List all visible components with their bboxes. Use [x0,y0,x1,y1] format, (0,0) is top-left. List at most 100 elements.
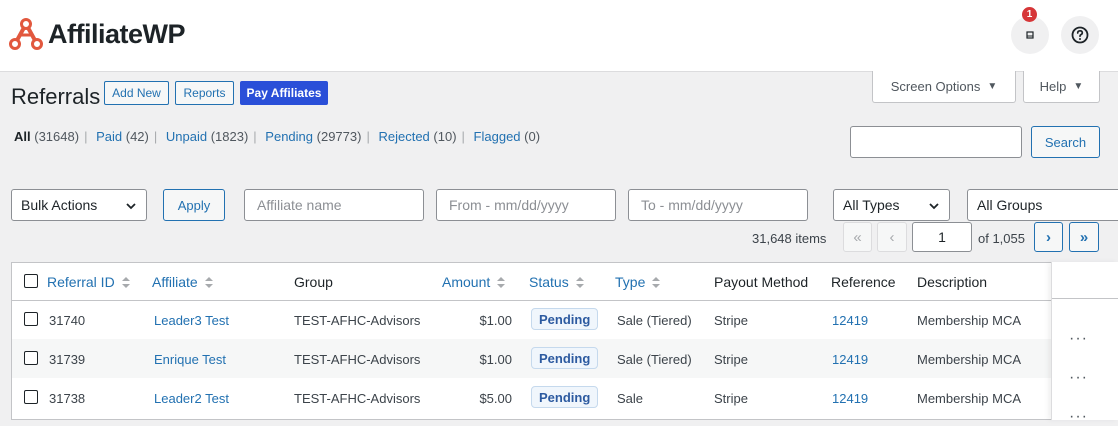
col-type[interactable]: Type [615,274,661,290]
description: Membership MCA [917,352,1022,367]
chevron-down-icon [929,203,939,210]
screen-options-label: Screen Options [890,79,981,94]
filter-pending-count: (29773) [316,129,362,144]
filter-flagged[interactable]: Flagged [474,129,521,144]
to-date-input[interactable]: To - mm/dd/yyyy [628,189,808,221]
row-checkbox[interactable] [24,312,38,326]
filter-rejected[interactable]: Rejected [378,129,429,144]
filter-rejected-count: (10) [433,129,457,144]
select-all-checkbox[interactable] [24,274,38,288]
status-filters: All (31648) | Paid (42) | Unpaid (1823) | P… [14,129,540,144]
reference-link[interactable]: 12419 [832,313,868,328]
status-badge: Pending [531,386,599,408]
description: Membership MCA [917,313,1022,328]
row-checkbox[interactable] [24,390,38,404]
payout-method: Stripe [714,313,748,328]
types-select[interactable]: All Types [833,189,950,221]
sort-icon [121,276,130,288]
groups-select[interactable]: All Groups [967,189,1118,221]
total-pages: of 1,055 [978,231,1025,246]
next-page-button[interactable]: › [1034,222,1063,252]
last-page-button[interactable]: » [1069,222,1099,252]
search-input[interactable] [850,126,1022,158]
col-group: Group [294,274,333,290]
col-amount[interactable]: Amount [442,274,506,290]
filter-separator: | [84,129,88,144]
payout-method: Stripe [714,352,748,367]
types-value: All Types [843,197,900,213]
affiliate-link[interactable]: Leader2 Test [154,391,229,406]
amount: $1.00 [479,313,512,328]
current-page-input[interactable]: 1 [912,222,972,252]
filter-paid-count: (42) [125,129,149,144]
pay-affiliates-button[interactable]: Pay Affiliates [240,81,328,105]
reports-button[interactable]: Reports [175,81,234,105]
table-header: Referral ID Affiliate Group Amount Statu… [12,263,1118,301]
affiliatewp-logo-icon [9,18,43,50]
row-checkbox[interactable] [24,351,38,365]
filter-separator: | [153,129,158,144]
col-payout-method: Payout Method [714,274,809,290]
sort-icon [497,276,506,288]
affiliate-link[interactable]: Enrique Test [154,352,226,367]
question-icon [1071,26,1089,44]
groups-value: All Groups [977,197,1043,213]
reference-link[interactable]: 12419 [832,352,868,367]
help-circle-button[interactable] [1061,16,1099,54]
brand-logo[interactable]: AffiliateWP [9,18,186,50]
group-name: TEST-AFHC-Advisors [294,313,421,328]
description: Membership MCA [917,391,1022,406]
row-actions-menu-icon[interactable]: ··· [1069,330,1088,348]
caret-down-icon: ▼ [1073,81,1084,92]
affiliate-name-input[interactable]: Affiliate name [244,189,424,221]
affiliate-link[interactable]: Leader3 Test [154,313,229,328]
group-name: TEST-AFHC-Advisors [294,391,421,406]
filter-paid[interactable]: Paid [96,129,122,144]
col-description: Description [917,274,988,290]
col-status[interactable]: Status [529,274,584,290]
filter-pending[interactable]: Pending [265,129,313,144]
col-affiliate[interactable]: Affiliate [152,274,213,290]
bulk-actions-select[interactable]: Bulk Actions [11,189,147,221]
page-title: Referrals [11,84,101,109]
status-badge: Pending [531,347,599,369]
table-row: 31739 Enrique Test TEST-AFHC-Advisors $1… [12,339,1118,378]
inbox-icon [1026,31,1034,39]
col-referral-id[interactable]: Referral ID [47,274,130,290]
payout-method: Stripe [714,391,748,406]
amount: $1.00 [479,352,512,367]
chevron-down-icon [126,203,136,210]
col-amount-label: Amount [442,274,491,290]
row-actions-menu-icon[interactable]: ··· [1069,369,1088,387]
row-actions-menu-icon[interactable]: ··· [1069,408,1088,426]
notification-count-badge: 1 [1022,7,1037,22]
referral-id: 31738 [49,391,86,406]
brand-name: AffiliateWP [48,18,186,49]
table-row: 31738 Leader2 Test TEST-AFHC-Advisors $5… [12,378,1118,417]
screen-options-tab[interactable]: Screen Options ▼ [872,71,1016,103]
help-label: Help [1039,79,1067,94]
col-status-label: Status [529,274,569,290]
filter-all[interactable]: All [14,129,31,144]
referral-type: Sale (Tiered) [617,313,692,328]
filter-unpaid-count: (1823) [210,129,249,144]
caret-down-icon: ▼ [987,81,998,92]
filter-unpaid[interactable]: Unpaid [166,129,207,144]
search-button[interactable]: Search [1031,126,1100,158]
filter-all-count: (31648) [34,129,80,144]
from-date-input[interactable]: From - mm/dd/yyyy [436,189,616,221]
prev-page-button[interactable]: ‹ [877,222,907,252]
filter-separator: | [461,129,465,144]
referral-type: Sale [617,391,644,406]
table-row: 31740 Leader3 Test TEST-AFHC-Advisors $1… [12,300,1118,339]
actions-header-divider [1052,298,1118,299]
help-tab[interactable]: Help ▼ [1023,71,1100,103]
reference-link[interactable]: 12419 [832,391,868,406]
apply-button[interactable]: Apply [163,189,225,221]
first-page-button[interactable]: « [843,222,872,252]
items-count: 31,648 items [752,231,827,246]
status-badge: Pending [531,308,599,330]
row-actions-column: ··· ··· ··· [1051,262,1118,425]
sort-icon [204,276,213,288]
add-new-button[interactable]: Add New [104,81,169,105]
